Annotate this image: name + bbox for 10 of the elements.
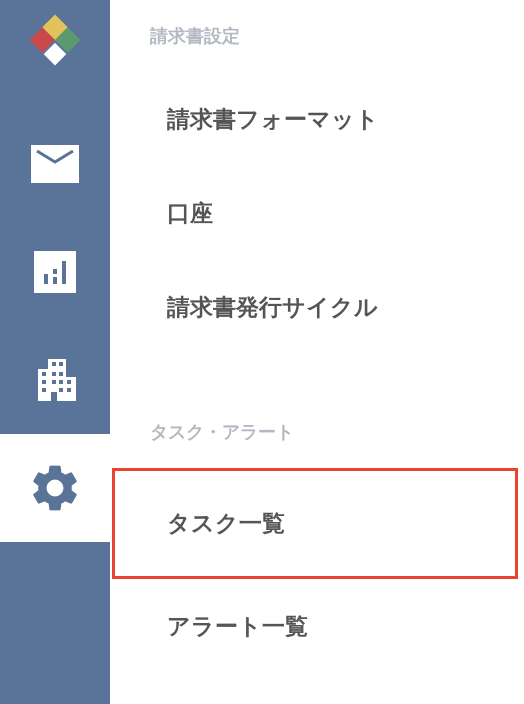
menu-item[interactable]: アラート一覧 xyxy=(110,579,518,673)
menu-item[interactable]: 請求書フォーマット xyxy=(110,72,518,166)
nav-item-active[interactable] xyxy=(0,434,110,542)
envelope-icon[interactable] xyxy=(31,145,79,183)
section-title: 請求書設定 xyxy=(150,25,241,49)
menu-item[interactable]: タスク一覧 xyxy=(112,468,518,579)
bar-chart-icon[interactable] xyxy=(34,251,76,293)
section-title: タスク・アラート xyxy=(150,421,295,445)
menu-item[interactable]: 請求書発行サイクル xyxy=(110,260,518,354)
menu-item[interactable]: 口座 xyxy=(110,166,518,260)
